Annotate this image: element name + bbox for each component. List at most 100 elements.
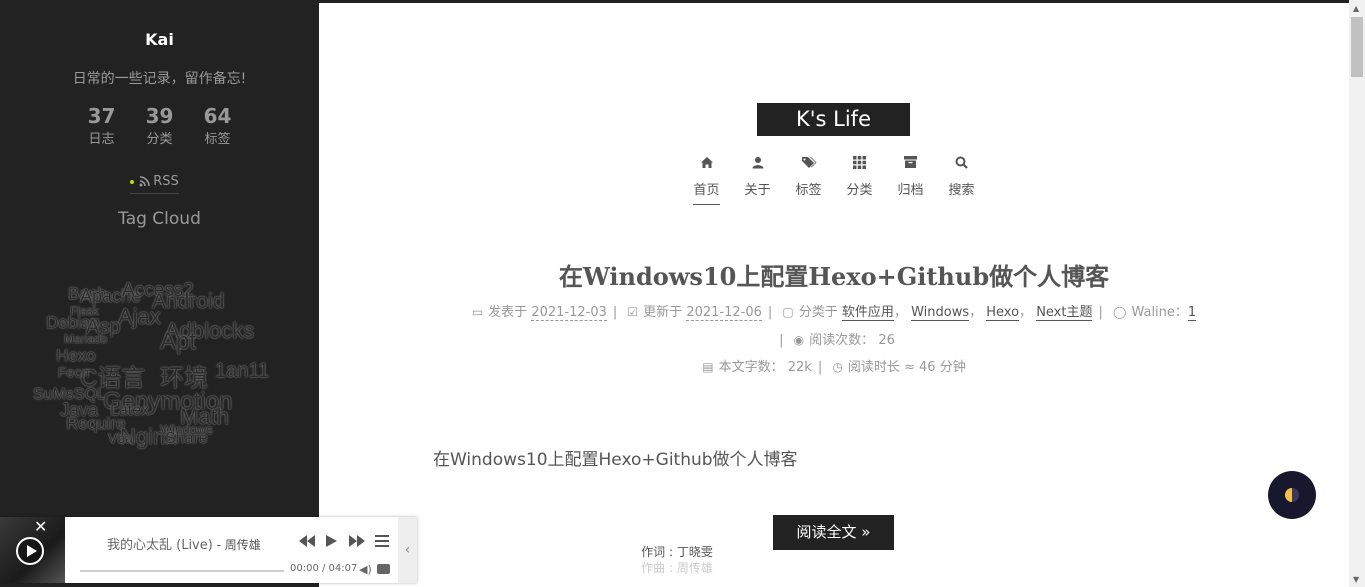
- menu-label: 归档: [897, 183, 924, 198]
- menu-label: 标签: [795, 183, 822, 198]
- calendar-check-icon: ☑: [627, 305, 639, 319]
- rss-label: RSS: [153, 174, 179, 189]
- lyric-line: 作词 : 丁晓雯: [641, 545, 713, 559]
- post-meta-line-1: ▭ 发表于 2021-12-03 | ☑ 更新于 2021-12-06 | ▢ 分类于 软…: [471, 305, 1197, 321]
- scroll-up-arrow-icon[interactable]: ▲: [1353, 4, 1359, 13]
- scroll-down-arrow-icon[interactable]: ▼: [1353, 575, 1359, 584]
- menu-label: 首页: [693, 178, 720, 205]
- song-info: 我的心太乱 (Live) - 周传雄: [107, 534, 261, 553]
- progress-bar[interactable]: [80, 570, 284, 572]
- close-icon[interactable]: ✕: [34, 517, 47, 536]
- menu-item-categories[interactable]: 分类: [834, 156, 885, 205]
- tag-link[interactable]: Android: [152, 290, 224, 314]
- folder-icon: ▢: [782, 305, 794, 319]
- song-artist: - 周传雄: [212, 538, 261, 552]
- album-cover[interactable]: ✕: [0, 517, 65, 583]
- tag-link[interactable]: Apt: [160, 328, 196, 356]
- menu-item-about[interactable]: 关于: [732, 156, 783, 205]
- tag-link[interactable]: Fecn: [58, 364, 89, 380]
- menu-label: 搜索: [948, 183, 975, 198]
- wordcount: 22k: [787, 360, 812, 375]
- playlist-menu-icon[interactable]: [375, 535, 389, 551]
- tag-link[interactable]: Vba: [108, 430, 133, 446]
- comments-count[interactable]: 1: [1187, 305, 1197, 321]
- tag-cloud-title: Tag Cloud: [118, 209, 201, 229]
- post-title[interactable]: 在Windows10上配置Hexo+Github做个人博客: [319, 257, 1349, 292]
- menu-label: 分类: [846, 183, 873, 198]
- scrollbar[interactable]: ▲ ▼: [1349, 0, 1365, 587]
- post-excerpt: 在Windows10上配置Hexo+Github做个人博客: [433, 450, 798, 470]
- separator: |: [779, 333, 784, 348]
- rss-dot: [130, 179, 135, 184]
- skip-back-icon[interactable]: [299, 535, 315, 551]
- menu-item-tags[interactable]: 标签: [783, 156, 834, 205]
- stat-tags[interactable]: 64 标签: [189, 103, 247, 151]
- site-stats: 37 日志 39 分类 64 标签: [0, 103, 319, 151]
- tag-cloud: Bash Apache Access2 Android Flask Ajax D…: [30, 278, 290, 458]
- category-label: 分类于: [798, 305, 838, 320]
- category-link[interactable]: Next主题: [1036, 305, 1093, 321]
- tag-link[interactable]: Mariadb: [64, 332, 107, 346]
- half-moon-icon: [1285, 488, 1299, 502]
- archive-icon: [885, 156, 936, 178]
- volume-icon[interactable]: ◀): [359, 563, 372, 576]
- separator: |: [612, 305, 618, 320]
- skip-forward-icon[interactable]: [349, 535, 365, 551]
- tag-link[interactable]: 1an11: [215, 360, 269, 383]
- menu-item-archives[interactable]: 归档: [885, 156, 936, 205]
- stat-categories[interactable]: 39 分类: [131, 103, 189, 151]
- menu-item-home[interactable]: 首页: [681, 156, 732, 205]
- readtime: 46 分钟: [919, 360, 966, 375]
- calendar-icon: ▭: [471, 305, 484, 319]
- th-icon: [834, 156, 885, 178]
- collapse-player-button[interactable]: ‹: [398, 517, 417, 583]
- updated-label: 更新于: [643, 305, 683, 320]
- tag-link[interactable]: Ajax: [118, 304, 161, 330]
- stat-count: 39: [145, 104, 174, 128]
- category-link[interactable]: Hexo: [986, 305, 1020, 321]
- post-meta-line-3: ▤ 本文字数： 22k | ◷ 阅读时长 ≈ 46 分钟: [319, 356, 1349, 375]
- tags-icon: [783, 156, 834, 178]
- author-description: 日常的一些记录，留作备忘!: [72, 71, 247, 87]
- updated-date: 2021-12-06: [686, 305, 762, 321]
- playback-time: 00:00 / 04:07: [290, 563, 358, 574]
- menu-label: 关于: [744, 183, 771, 198]
- lyric-line: 作曲 : 周传雄: [641, 561, 713, 575]
- category-link[interactable]: Windows: [911, 305, 970, 321]
- stat-posts[interactable]: 37 日志: [73, 103, 131, 151]
- eye-icon: ◉: [793, 333, 805, 347]
- stat-count: 37: [87, 104, 116, 128]
- views-count: 26: [878, 333, 895, 348]
- player-info: 我的心太乱 (Live) - 周传雄 00:00 / 04:07 ◀): [65, 517, 398, 583]
- post-meta-line-2: | ◉ 阅读次数： 26: [319, 329, 1349, 348]
- posted-date: 2021-12-03: [531, 305, 607, 321]
- play-circle-icon[interactable]: [16, 537, 44, 565]
- category-link[interactable]: 软件应用: [841, 305, 894, 321]
- user-icon: [732, 156, 783, 178]
- comments-label: Waline：: [1131, 305, 1188, 320]
- darkmode-toggle-button[interactable]: [1268, 471, 1316, 519]
- stat-count: 64: [203, 104, 232, 128]
- posted-label: 发表于: [488, 305, 528, 320]
- home-icon: [681, 156, 732, 178]
- separator: |: [817, 360, 823, 375]
- menu-item-search[interactable]: 搜索: [936, 156, 987, 205]
- stat-label: 分类: [146, 132, 173, 147]
- music-player: ✕ 我的心太乱 (Live) - 周传雄 00:00 / 04:07 ◀) ‹: [0, 517, 417, 583]
- rss-link[interactable]: RSS: [130, 170, 179, 194]
- search-icon: [936, 156, 987, 178]
- file-word-icon: ▤: [702, 360, 714, 374]
- tag-link[interactable]: Share: [165, 430, 208, 448]
- chevron-left-icon: ‹: [404, 542, 411, 558]
- separator: |: [767, 305, 773, 320]
- stat-label: 日志: [88, 132, 115, 147]
- rss-icon: [139, 176, 151, 187]
- scrollbar-thumb[interactable]: [1351, 17, 1363, 77]
- wordcount-label: 本文字数：: [718, 360, 784, 375]
- lyrics-toggle-icon[interactable]: [377, 564, 390, 574]
- play-icon[interactable]: [326, 535, 337, 551]
- sidebar: Kai 日常的一些记录，留作备忘! 37 日志 39 分类 64 标签 RSS …: [0, 0, 319, 587]
- song-title: 我的心太乱 (Live): [107, 538, 213, 553]
- comment-icon: ◯: [1113, 305, 1127, 319]
- site-title[interactable]: K's Life: [757, 103, 910, 136]
